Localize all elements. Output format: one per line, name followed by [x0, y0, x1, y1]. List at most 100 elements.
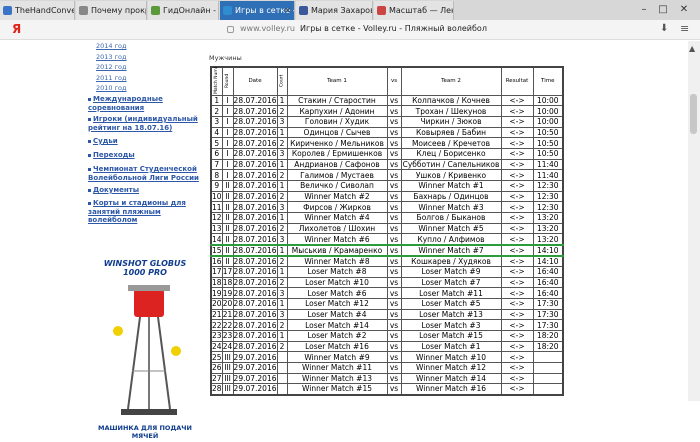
nav-label: Переходы — [93, 151, 135, 159]
table-cell — [276, 351, 288, 363]
maximize-button[interactable]: □ — [655, 2, 671, 17]
yandex-logo[interactable]: Я — [12, 22, 21, 36]
table-cell: 17:30 — [532, 319, 564, 331]
table-cell[interactable]: <-> — [500, 308, 534, 321]
table-cell[interactable]: <-> — [500, 169, 534, 181]
scroll-up-icon[interactable]: ▲ — [689, 44, 695, 53]
table-cell: 27 — [210, 372, 223, 385]
table-cell[interactable]: <-> — [500, 287, 534, 299]
table-cell[interactable]: <-> — [500, 319, 534, 331]
schedule-table: Match Number Round Date Court Team 1 vs Team 2… — [210, 66, 564, 396]
download-icon[interactable]: ⬇ — [660, 23, 668, 34]
table-cell: 10:00 — [532, 105, 564, 117]
tab-favicon-icon — [151, 6, 160, 15]
table-cell: 13:20 — [532, 212, 564, 224]
table-cell[interactable]: <-> — [500, 180, 534, 192]
column-header: Team 1 — [286, 66, 388, 96]
year-link[interactable]: 2012 год — [96, 62, 200, 73]
year-link[interactable]: 2011 год — [96, 73, 200, 84]
table-cell: 21 — [210, 308, 223, 321]
table-cell: 19 — [221, 287, 234, 299]
close-window-button[interactable]: ✕ — [676, 2, 692, 17]
minimize-button[interactable]: – — [636, 2, 652, 17]
table-cell: 2 — [276, 169, 288, 181]
year-link[interactable]: 2013 год — [96, 52, 200, 63]
table-row: 8 I 28.07.2016 2 Галимов / Мустаев vs Ушков / … — [210, 169, 564, 181]
table-cell: Кошкарев / Худяков — [400, 255, 502, 267]
table-cell[interactable]: <-> — [500, 212, 534, 224]
table-cell: I — [221, 105, 234, 117]
table-cell: Loser Match #12 — [286, 297, 388, 310]
sidebar-nav-link[interactable]: Игроки (индивидуальный рейтинг на 18.07.… — [88, 115, 200, 132]
table-cell: 28.07.2016 — [232, 137, 278, 149]
column-header: Date — [232, 66, 278, 96]
table-cell[interactable]: <-> — [500, 115, 534, 128]
table-cell[interactable]: <-> — [500, 276, 534, 289]
table-cell[interactable]: <-> — [500, 105, 534, 117]
browser-tab[interactable]: TheHandConverter.co — [0, 1, 75, 20]
browser-tab[interactable]: ГидОнлайн - Твой гид — [148, 1, 219, 20]
table-cell[interactable]: <-> — [500, 137, 534, 149]
browser-tab[interactable]: Почему прокрастина — [76, 1, 147, 20]
sidebar-nav-link[interactable]: Судьи — [88, 137, 200, 146]
table-cell[interactable]: <-> — [500, 222, 534, 235]
table-cell: I — [221, 169, 234, 181]
sidebar-nav-link[interactable]: Чемпионат Студенческой Волейбольной Лиги… — [88, 165, 200, 182]
menu-icon[interactable]: ≡ — [680, 22, 689, 35]
browser-tab[interactable]: Игры в сетке - Voll✕ — [220, 1, 295, 20]
table-cell: 28.07.2016 — [232, 319, 278, 331]
table-cell[interactable]: <-> — [500, 243, 534, 257]
ad-banner[interactable]: WINSHOT GLOBUS 1000 PRO МАШИНКА ДЛЯ ПОДА… — [96, 259, 194, 442]
table-cell: vs — [386, 372, 402, 385]
tab-favicon-icon — [79, 6, 88, 15]
table-cell[interactable]: <-> — [500, 255, 534, 267]
table-cell[interactable]: <-> — [500, 265, 534, 278]
table-cell: Субботин / Сапельников — [400, 158, 502, 171]
table-row: 18 18 28.07.2016 2 Loser Match #10 vs Loser Ma… — [210, 276, 564, 289]
sidebar-nav-link[interactable]: Международные соревнования — [88, 95, 200, 112]
scrollbar-thumb[interactable] — [690, 94, 697, 134]
year-link[interactable]: 2010 год — [96, 83, 200, 94]
table-cell: Winner Match #5 — [400, 222, 502, 235]
table-row: 27 III 29.07.2016 Winner Match #13 vs Winner … — [210, 372, 564, 385]
table-cell: Winner Match #1 — [400, 180, 502, 192]
sidebar-nav-link[interactable]: Документы — [88, 186, 200, 195]
table-cell[interactable]: <-> — [500, 362, 534, 374]
table-cell: 28.07.2016 — [232, 265, 278, 278]
table-cell: 2 — [210, 105, 223, 117]
table-cell[interactable]: <-> — [500, 190, 534, 203]
table-cell[interactable]: <-> — [500, 297, 534, 310]
close-tab-icon[interactable]: ✕ — [284, 1, 291, 20]
table-cell: I — [221, 94, 234, 107]
sidebar-nav-link[interactable]: Корты и стадионы для занятий пляжным вол… — [88, 199, 200, 225]
table-cell[interactable]: <-> — [500, 351, 534, 363]
table-cell: 13:20 — [532, 233, 564, 246]
table-cell: 28.07.2016 — [232, 255, 278, 267]
table-cell[interactable]: <-> — [500, 126, 534, 139]
table-cell[interactable]: <-> — [500, 340, 534, 353]
table-cell[interactable]: <-> — [500, 94, 534, 107]
sidebar-nav-link[interactable]: Переходы — [88, 151, 200, 160]
browser-tab[interactable]: Масштаб — Лени — [374, 1, 454, 20]
section-label: Мужчины — [209, 54, 242, 62]
table-cell: 22 — [210, 319, 223, 331]
year-link[interactable]: 2014 год — [96, 41, 200, 52]
table-cell: 16:40 — [532, 287, 564, 299]
table-cell[interactable]: <-> — [500, 201, 534, 214]
table-cell[interactable]: <-> — [500, 147, 534, 160]
table-cell: II — [221, 255, 234, 267]
table-cell: 28.07.2016 — [232, 233, 278, 246]
table-cell: 17 — [210, 265, 223, 278]
bullet-icon — [88, 167, 91, 171]
browser-tab[interactable]: Мария Захарова - Ещ — [296, 1, 373, 20]
table-cell: 1 — [276, 329, 288, 342]
table-cell[interactable]: <-> — [500, 372, 534, 385]
table-cell[interactable]: <-> — [500, 383, 534, 396]
table-cell: 12:30 — [532, 201, 564, 214]
table-cell[interactable]: <-> — [500, 233, 534, 246]
url-field[interactable]: www.volley.ru Игры в сетке - Volley.ru -… — [240, 24, 487, 33]
table-cell: Колпачков / Кочнев — [400, 94, 502, 107]
table-cell: 14 — [210, 233, 223, 246]
table-cell[interactable]: <-> — [500, 329, 534, 342]
table-cell[interactable]: <-> — [500, 158, 534, 171]
